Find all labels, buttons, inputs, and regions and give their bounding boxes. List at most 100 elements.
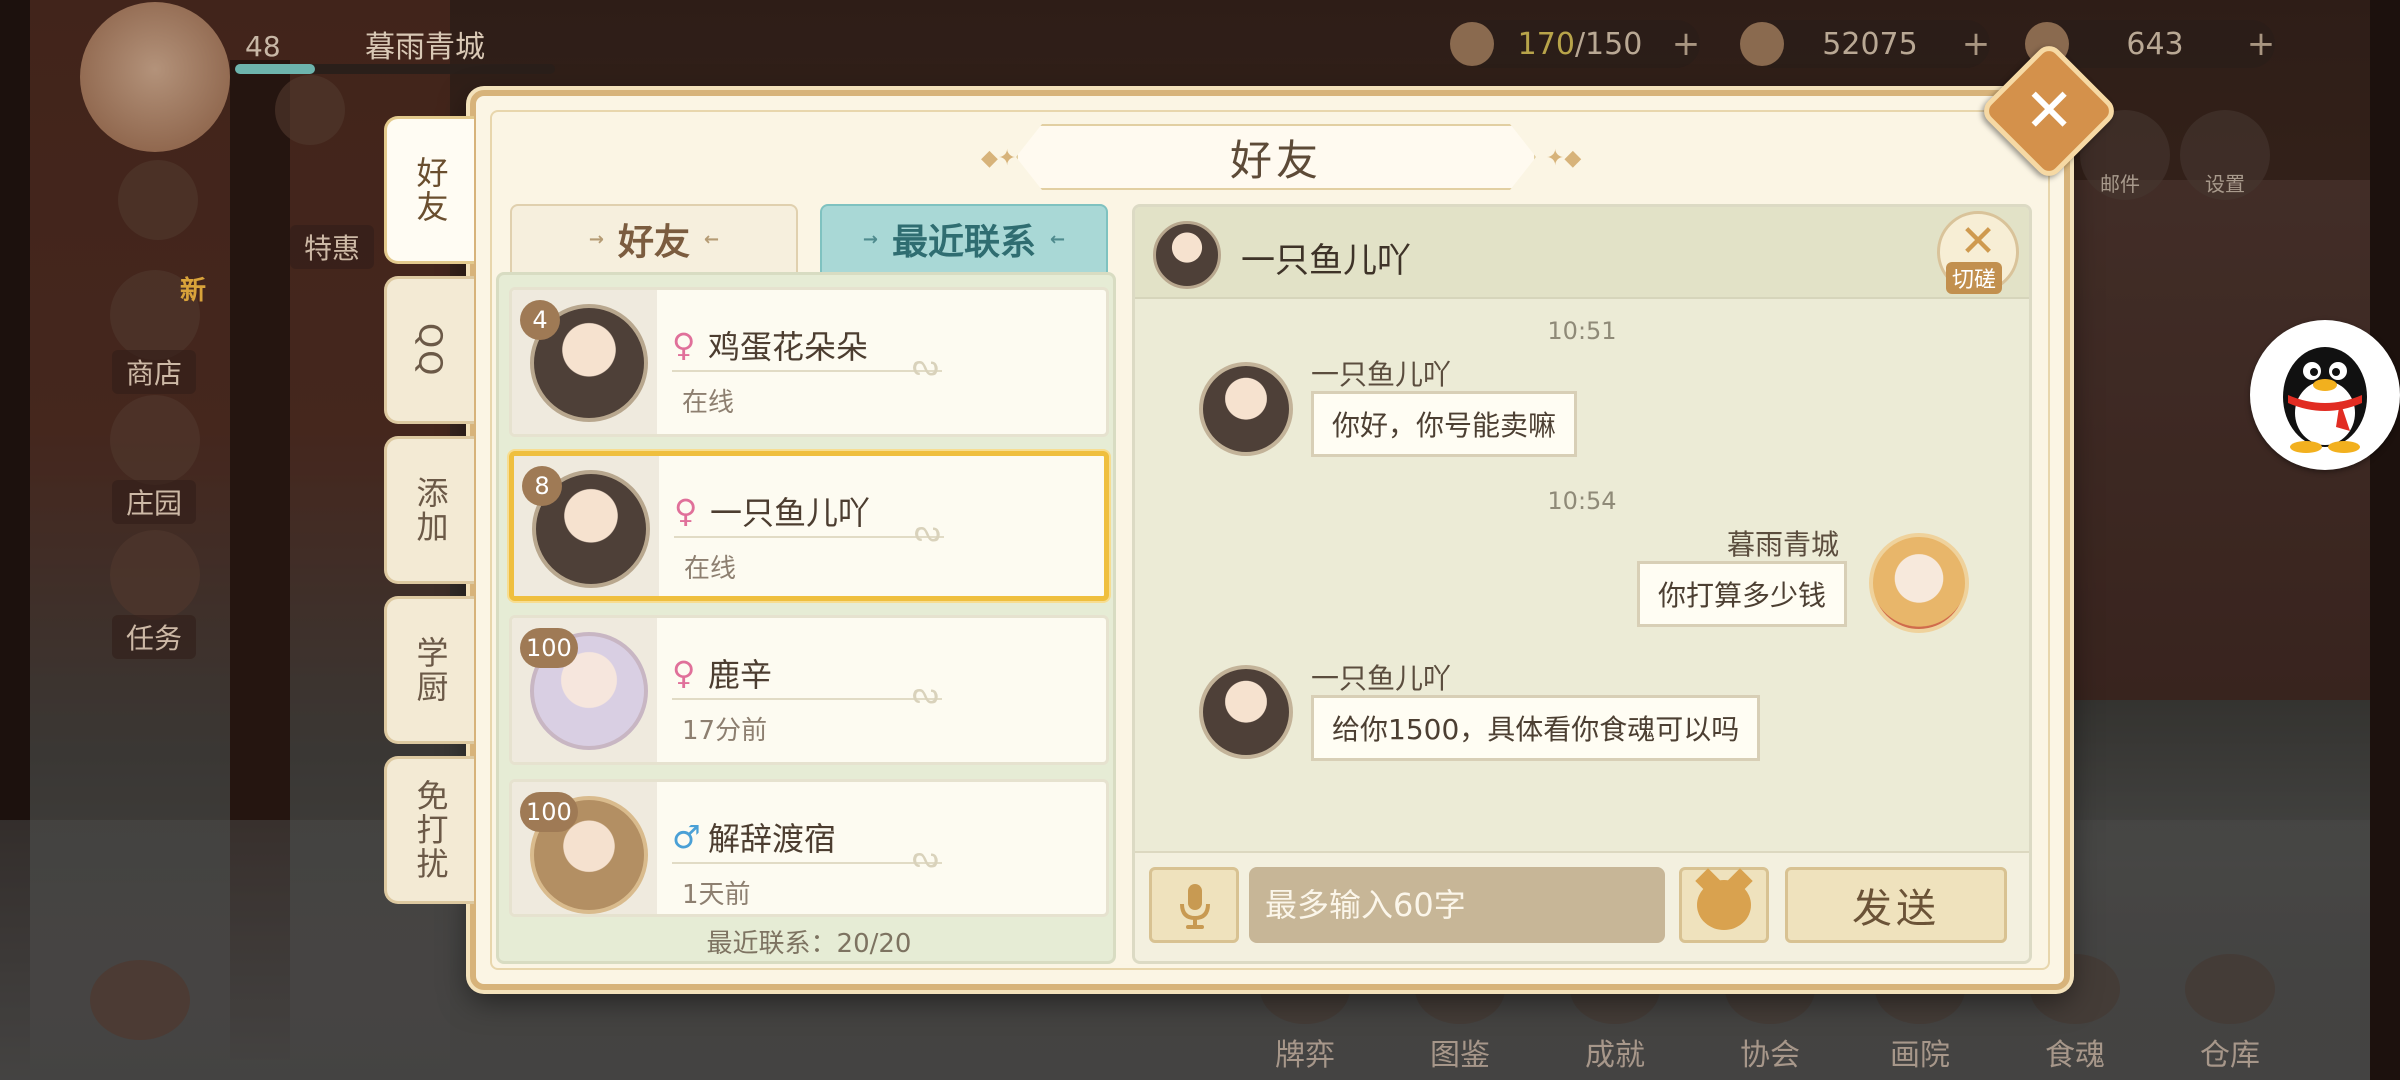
- contact-item[interactable]: 100 ♂ 解辞渡宿 ᔓ 1天前: [509, 779, 1109, 917]
- swirl-deco-icon: ᔓ: [912, 840, 939, 875]
- contact-list[interactable]: 4 ♀ 鸡蛋花朵朵 ᔓ 在线 8 ♀ 一只鱼儿吖 ᔓ 在线 100 ♀ 鹿辛 ᔓ…: [496, 272, 1116, 964]
- contact-item-selected[interactable]: 8 ♀ 一只鱼儿吖 ᔓ 在线: [509, 451, 1109, 601]
- qq-float-button[interactable]: [2250, 320, 2400, 470]
- message-avatar[interactable]: [1199, 665, 1293, 759]
- tab-deco-icon: →: [862, 228, 878, 250]
- title-deco-left: ◆✦: [981, 146, 1017, 171]
- tab-recent-contacts[interactable]: → 最近联系 ←: [820, 204, 1108, 274]
- female-icon: ♀: [672, 326, 696, 364]
- side-tabs: 好友 QQ 添加 学厨 免打扰: [384, 116, 474, 916]
- contact-level-badge: 4: [520, 300, 560, 340]
- dialog-title: 好友: [1229, 135, 1322, 185]
- message-bubble-self: 你打算多少钱: [1636, 561, 1847, 627]
- task-icon[interactable]: [110, 530, 200, 620]
- side-tab-label: 免打扰: [411, 779, 450, 881]
- crossed-utensils-icon: ✕: [1959, 216, 1997, 267]
- contact-item[interactable]: 4 ♀ 鸡蛋花朵朵 ᔓ 在线: [509, 287, 1109, 437]
- side-tab-do-not-disturb[interactable]: 免打扰: [384, 756, 474, 904]
- dialog-title-plate: 好友: [1016, 124, 1536, 190]
- coin-icon: [1740, 22, 1784, 66]
- recent-contact-count: 最近联系：20/20: [706, 929, 912, 959]
- side-tab-friends[interactable]: 好友: [384, 116, 474, 264]
- tab-deco-icon: →: [588, 228, 604, 250]
- coin-value: 52075: [1822, 26, 1918, 62]
- spar-label: 切磋: [1946, 262, 2003, 294]
- contact-divider: [672, 698, 942, 700]
- contact-level-badge: 8: [522, 466, 562, 506]
- chat-header: 一只鱼儿吖 ✕ 切磋: [1135, 207, 2029, 299]
- diamond-plus-button[interactable]: +: [2241, 24, 2281, 64]
- stamina-plus-button[interactable]: +: [1666, 24, 1706, 64]
- side-tab-qq[interactable]: QQ: [384, 276, 474, 424]
- tab-friends[interactable]: → 好友 ←: [510, 204, 798, 274]
- nav-label: 图鉴: [1430, 1038, 1490, 1073]
- side-tab-label: 添加: [411, 476, 450, 544]
- swirl-deco-icon: ᔓ: [914, 514, 941, 549]
- nav-label: 牌弈: [1275, 1038, 1335, 1073]
- message-input[interactable]: [1249, 867, 1665, 943]
- stamina-value: 170: [1517, 26, 1575, 62]
- nav-label: 仓库: [2200, 1038, 2260, 1073]
- exp-bar-fill: [235, 64, 315, 74]
- message-avatar[interactable]: [1199, 362, 1293, 456]
- contact-divider: [672, 370, 942, 372]
- nav-label: 食魂: [2045, 1038, 2105, 1073]
- message-timestamp: 10:51: [1547, 317, 1617, 345]
- task-label[interactable]: 任务: [112, 615, 197, 659]
- contact-status: 17分前: [682, 716, 768, 746]
- contact-status: 1天前: [682, 880, 751, 910]
- side-tab-learn-cooking[interactable]: 学厨: [384, 596, 474, 744]
- side-tab-add[interactable]: 添加: [384, 436, 474, 584]
- settings-label: 设置: [2205, 172, 2245, 196]
- nav-label: 画院: [1890, 1038, 1950, 1073]
- player-avatar[interactable]: [80, 2, 230, 152]
- emoji-button[interactable]: [1679, 867, 1769, 943]
- shop-label[interactable]: 商店: [112, 350, 197, 394]
- chat-partner-name: 一只鱼儿吖: [1241, 241, 1411, 281]
- spar-button[interactable]: ✕ 切磋: [1937, 211, 2019, 294]
- chat-panel: 一只鱼儿吖 ✕ 切磋 10:51 一只鱼儿吖 你好，你号能卖嘛 10:54 暮雨…: [1132, 204, 2032, 964]
- manor-label[interactable]: 庄园: [112, 480, 197, 524]
- friends-dialog: 好友 QQ 添加 学厨 免打扰 ◆✦ 好友 ✦◆ ✕ → 好友 ← → 最近联系…: [384, 40, 2120, 990]
- message-bubble: 给你1500，具体看你食魂可以吗: [1311, 695, 1761, 761]
- self-avatar[interactable]: [1869, 533, 1969, 633]
- contact-level-badge: 100: [520, 792, 578, 832]
- contact-item[interactable]: 100 ♀ 鹿辛 ᔓ 17分前: [509, 615, 1109, 765]
- swirl-deco-icon: ᔓ: [912, 676, 939, 711]
- special-offer-label[interactable]: 特惠: [290, 225, 375, 269]
- tab-recent-label: 最近联系: [891, 222, 1036, 263]
- chat-input-bar: 发送: [1135, 851, 2029, 961]
- speech-bubble-icon[interactable]: [90, 960, 190, 1040]
- nav-item-warehouse[interactable]: 仓库: [2175, 954, 2285, 1074]
- player-name: 暮雨青城: [365, 30, 485, 65]
- close-icon: ✕: [2023, 76, 2075, 146]
- nav-label: 成就: [1585, 1038, 1645, 1073]
- stamina-counter: 170/150 +: [1450, 20, 1700, 68]
- stamina-icon: [1450, 22, 1494, 66]
- microphone-icon: [1180, 884, 1210, 929]
- tab-deco-icon: ←: [704, 228, 720, 250]
- mail-label: 邮件: [2100, 172, 2140, 196]
- manor-icon[interactable]: [110, 395, 200, 485]
- diamond-counter: 643 +: [2025, 20, 2275, 68]
- message-sender: 一只鱼儿吖: [1311, 662, 1452, 695]
- tab-deco-icon: ←: [1050, 228, 1066, 250]
- voice-button[interactable]: [1149, 867, 1239, 943]
- send-button[interactable]: 发送: [1785, 867, 2007, 943]
- eye-icon[interactable]: [118, 160, 198, 240]
- chat-bubble-icon[interactable]: [275, 75, 345, 145]
- diamond-value: 643: [2126, 26, 2184, 62]
- female-icon: ♀: [672, 654, 696, 692]
- contact-level-badge: 100: [520, 628, 578, 668]
- exp-bar: [235, 64, 555, 74]
- tab-friends-label: 好友: [617, 222, 690, 263]
- contact-status: 在线: [684, 554, 737, 584]
- contact-divider: [672, 862, 942, 864]
- female-icon: ♀: [674, 492, 698, 530]
- chat-partner-avatar[interactable]: [1153, 221, 1221, 289]
- coin-plus-button[interactable]: +: [1956, 24, 1996, 64]
- contact-status: 在线: [682, 388, 735, 418]
- contact-name: 鹿辛: [708, 656, 773, 694]
- male-icon: ♂: [672, 818, 701, 856]
- coin-counter: 52075 +: [1740, 20, 1990, 68]
